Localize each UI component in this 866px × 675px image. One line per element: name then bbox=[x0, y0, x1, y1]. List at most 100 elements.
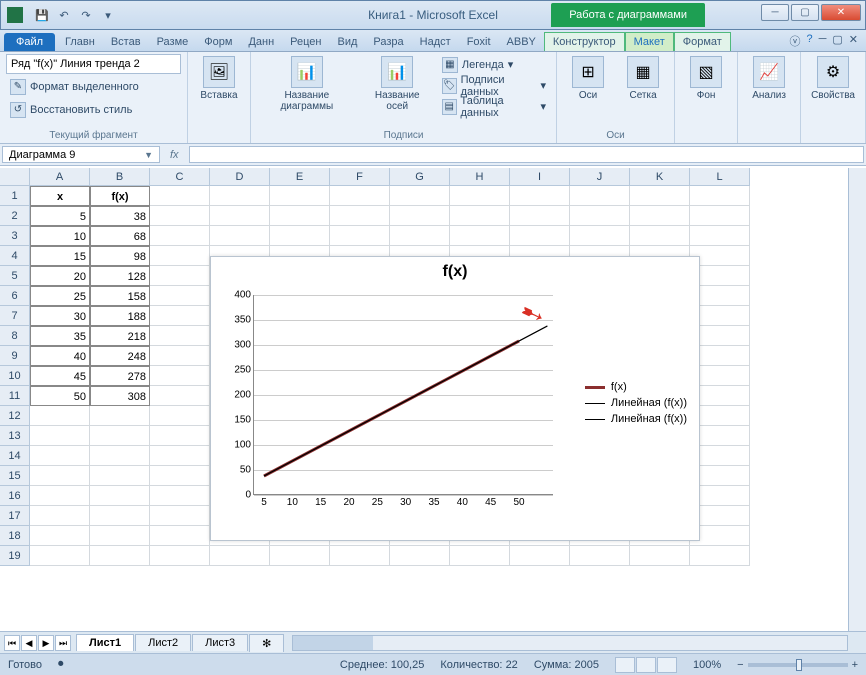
cell[interactable]: 10 bbox=[30, 226, 90, 246]
cell[interactable] bbox=[150, 506, 210, 526]
row-header[interactable]: 8 bbox=[0, 326, 30, 346]
row-header[interactable]: 6 bbox=[0, 286, 30, 306]
tab-chart-format[interactable]: Формат bbox=[674, 32, 731, 51]
cell[interactable] bbox=[270, 186, 330, 206]
cell[interactable] bbox=[210, 546, 270, 566]
cell[interactable] bbox=[30, 546, 90, 566]
cell[interactable] bbox=[690, 546, 750, 566]
row-header[interactable]: 18 bbox=[0, 526, 30, 546]
row-header[interactable]: 5 bbox=[0, 266, 30, 286]
cell[interactable] bbox=[90, 406, 150, 426]
sheet-nav-next[interactable]: ▶ bbox=[38, 635, 54, 651]
cell[interactable] bbox=[270, 226, 330, 246]
sheet-nav-last[interactable]: ⏭ bbox=[55, 635, 71, 651]
row-header[interactable]: 11 bbox=[0, 386, 30, 406]
tab-addins[interactable]: Надст bbox=[412, 33, 459, 51]
cell[interactable] bbox=[150, 446, 210, 466]
zoom-slider[interactable] bbox=[748, 663, 848, 667]
col-header[interactable]: C bbox=[150, 168, 210, 186]
inner-min-icon[interactable]: ─ bbox=[819, 33, 827, 49]
cell[interactable] bbox=[450, 206, 510, 226]
tab-file[interactable]: Файл bbox=[4, 33, 55, 51]
save-icon[interactable]: 💾 bbox=[33, 6, 51, 24]
cell[interactable] bbox=[150, 546, 210, 566]
row-header[interactable]: 13 bbox=[0, 426, 30, 446]
plot-area[interactable]: 0501001502002503003504005101520253035404… bbox=[253, 295, 553, 495]
cell[interactable] bbox=[150, 426, 210, 446]
col-header[interactable]: G bbox=[390, 168, 450, 186]
cell[interactable] bbox=[210, 226, 270, 246]
cell[interactable] bbox=[510, 206, 570, 226]
zoom-out-button[interactable]: − bbox=[737, 659, 743, 671]
cell[interactable] bbox=[630, 206, 690, 226]
properties-button[interactable]: ⚙Свойства bbox=[807, 54, 859, 103]
cell[interactable] bbox=[330, 226, 390, 246]
legend-item[interactable]: Линейная (f(x)) bbox=[585, 413, 687, 425]
cell[interactable] bbox=[90, 506, 150, 526]
cell[interactable]: 158 bbox=[90, 286, 150, 306]
row-header[interactable]: 19 bbox=[0, 546, 30, 566]
tab-chart-layout[interactable]: Макет bbox=[625, 32, 674, 51]
help-icon[interactable]: ? bbox=[806, 33, 812, 49]
inner-restore-icon[interactable]: ▢ bbox=[832, 33, 842, 49]
cell[interactable] bbox=[150, 246, 210, 266]
col-header[interactable]: J bbox=[570, 168, 630, 186]
cell[interactable] bbox=[30, 506, 90, 526]
data-table-button[interactable]: ▤Таблица данных ▾ bbox=[438, 96, 550, 117]
data-labels-button[interactable]: 🏷Подписи данных ▾ bbox=[438, 75, 550, 96]
tab-data[interactable]: Данн bbox=[240, 33, 282, 51]
cell[interactable] bbox=[450, 546, 510, 566]
qat-more-icon[interactable]: ▾ bbox=[99, 6, 117, 24]
cell[interactable] bbox=[210, 186, 270, 206]
row-header[interactable]: 15 bbox=[0, 466, 30, 486]
chart-element-selector[interactable] bbox=[6, 54, 181, 74]
cell[interactable] bbox=[390, 546, 450, 566]
cell[interactable]: 45 bbox=[30, 366, 90, 386]
cell[interactable] bbox=[510, 226, 570, 246]
cell[interactable]: 278 bbox=[90, 366, 150, 386]
cell[interactable] bbox=[450, 186, 510, 206]
cell[interactable]: x bbox=[30, 186, 90, 206]
cell[interactable] bbox=[150, 286, 210, 306]
redo-icon[interactable]: ↷ bbox=[77, 6, 95, 24]
cell[interactable] bbox=[90, 446, 150, 466]
chart-title[interactable]: f(x) bbox=[211, 257, 699, 283]
cell[interactable]: 35 bbox=[30, 326, 90, 346]
cell[interactable] bbox=[570, 226, 630, 246]
legend-button[interactable]: ▦Легенда ▾ bbox=[438, 54, 550, 75]
cell[interactable] bbox=[150, 326, 210, 346]
col-header[interactable]: K bbox=[630, 168, 690, 186]
axis-titles-button[interactable]: 📊Название осей bbox=[362, 54, 433, 114]
tab-view[interactable]: Вид bbox=[330, 33, 366, 51]
close-button[interactable]: ✕ bbox=[821, 4, 861, 21]
cell[interactable]: 15 bbox=[30, 246, 90, 266]
cell[interactable]: 218 bbox=[90, 326, 150, 346]
row-header[interactable]: 12 bbox=[0, 406, 30, 426]
view-normal-button[interactable] bbox=[615, 657, 635, 673]
row-header[interactable]: 1 bbox=[0, 186, 30, 206]
cell[interactable] bbox=[690, 206, 750, 226]
ribbon-minimize-icon[interactable]: ⓥ bbox=[789, 33, 800, 49]
cell[interactable] bbox=[90, 526, 150, 546]
background-button[interactable]: ▧Фон bbox=[681, 54, 731, 103]
macro-record-icon[interactable]: ⏺ bbox=[58, 658, 64, 671]
fx-button[interactable]: fx bbox=[162, 144, 187, 165]
row-header[interactable]: 7 bbox=[0, 306, 30, 326]
insert-button[interactable]: 🖼Вставка bbox=[194, 54, 244, 103]
cell[interactable] bbox=[90, 466, 150, 486]
cell[interactable] bbox=[150, 486, 210, 506]
tab-developer[interactable]: Разра bbox=[365, 33, 411, 51]
cell[interactable] bbox=[90, 546, 150, 566]
cell[interactable] bbox=[390, 206, 450, 226]
tab-chart-design[interactable]: Конструктор bbox=[544, 32, 625, 51]
col-header[interactable]: B bbox=[90, 168, 150, 186]
row-header[interactable]: 4 bbox=[0, 246, 30, 266]
sheet-nav-first[interactable]: ⏮ bbox=[4, 635, 20, 651]
cell[interactable] bbox=[570, 186, 630, 206]
cell[interactable] bbox=[570, 206, 630, 226]
cell[interactable] bbox=[570, 546, 630, 566]
cell[interactable] bbox=[30, 446, 90, 466]
cell[interactable] bbox=[150, 406, 210, 426]
tab-review[interactable]: Рецен bbox=[282, 33, 329, 51]
cell[interactable] bbox=[270, 546, 330, 566]
